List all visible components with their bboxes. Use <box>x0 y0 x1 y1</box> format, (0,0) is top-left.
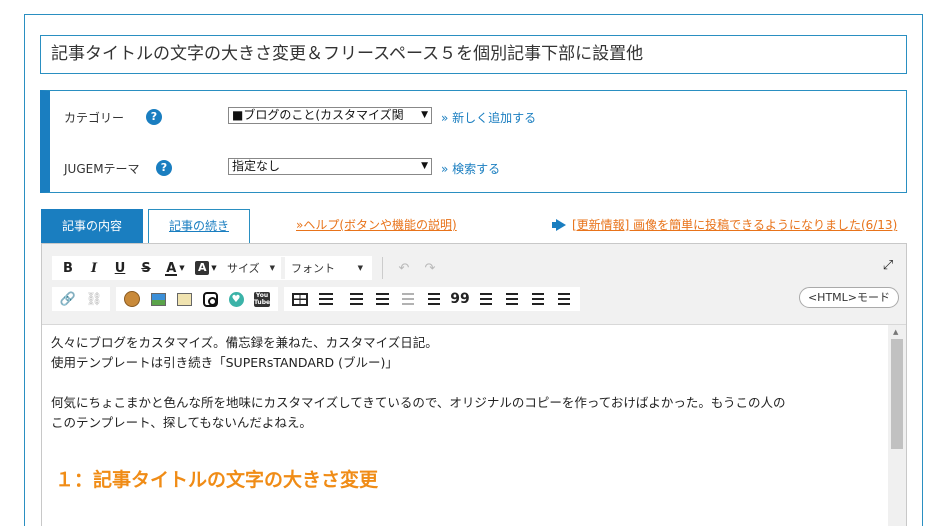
category-label: カテゴリー <box>64 110 125 125</box>
horizontal-rule-icon <box>319 293 333 305</box>
align-center-icon <box>506 293 518 305</box>
justify-button[interactable] <box>551 288 577 310</box>
news-link[interactable]: [更新情報] 画像を簡単に投稿できるようになりました(6/13) <box>552 216 897 233</box>
insert-group: 🔗 ⛓ <box>52 287 110 311</box>
format-group: B I U S A ▼ A ▼ サイズ ▼ フォント ▼ <box>52 256 372 280</box>
theme-select[interactable]: 指定なし ▼ <box>228 158 432 175</box>
indent-icon <box>428 293 440 305</box>
theme-selected-value: 指定なし <box>232 159 281 173</box>
redo-button[interactable]: ↷ <box>417 257 443 279</box>
tab-continued[interactable]: 記事の続き <box>148 209 250 243</box>
table-icon <box>292 292 308 306</box>
outdent-icon <box>402 293 414 305</box>
justify-icon <box>558 293 570 305</box>
align-left-button[interactable] <box>473 288 499 310</box>
ordered-list-icon <box>349 293 363 305</box>
italic-button[interactable]: I <box>81 257 107 279</box>
rich-text-editor: B I U S A ▼ A ▼ サイズ ▼ フォント ▼ ↶ ↷ ⤢ 🔗 ⛓ ♥… <box>41 243 907 526</box>
align-right-icon <box>532 293 544 305</box>
align-center-button[interactable] <box>499 288 525 310</box>
tab-content[interactable]: 記事の内容 <box>41 209 143 243</box>
content-heading: １：記事タイトルの文字の大きさ変更 <box>55 469 379 491</box>
instagram-icon <box>202 291 218 307</box>
toolbar-row-2: 🔗 ⛓ ♥ You Tube 99 <box>52 287 586 311</box>
instagram-button[interactable] <box>197 288 223 310</box>
underline-button[interactable]: U <box>107 257 133 279</box>
table-button[interactable] <box>287 288 313 310</box>
content-line: 使用テンプレートは引き続き「SUPERsTANDARD (ブルー)」 <box>51 355 398 370</box>
chevron-down-icon: ▼ <box>421 110 428 120</box>
scroll-up-icon[interactable]: ▲ <box>893 328 898 336</box>
unordered-list-icon <box>375 293 389 305</box>
help-link[interactable]: »ヘルプ(ボタンや機能の説明) <box>296 216 457 233</box>
align-right-button[interactable] <box>525 288 551 310</box>
content-line: このテンプレート、探してもないんだよねえ。 <box>51 415 312 430</box>
ordered-list-button[interactable] <box>343 288 369 310</box>
youtube-icon: You Tube <box>254 291 271 307</box>
bg-color-icon: A <box>195 261 210 275</box>
chevron-down-icon: ▼ <box>357 264 363 272</box>
font-size-dropdown[interactable]: サイズ ▼ <box>221 257 281 279</box>
font-color-icon: A ▼ <box>165 260 185 276</box>
unlink-icon[interactable]: ⛓ <box>81 288 107 310</box>
theme-row: JUGEMテーマ <box>64 158 146 178</box>
youtube-button[interactable]: You Tube <box>249 288 275 310</box>
sticker-button[interactable] <box>119 288 145 310</box>
outdent-button[interactable] <box>395 288 421 310</box>
editor-scrollbar[interactable]: ▲ <box>888 324 906 526</box>
block-group: 99 <box>284 287 580 311</box>
sticker-icon <box>124 291 140 307</box>
category-selected-value: ■ブログのこと(カスタマイズ関 <box>232 108 404 122</box>
search-theme-link[interactable]: » 検索する <box>441 160 500 177</box>
indent-button[interactable] <box>421 288 447 310</box>
bold-button[interactable]: B <box>55 257 81 279</box>
align-left-icon <box>480 293 492 305</box>
category-help-icon[interactable]: ? <box>146 109 162 125</box>
gallery-icon <box>176 292 192 306</box>
chevron-down-icon: ▼ <box>421 161 428 171</box>
undo-button[interactable]: ↶ <box>391 257 417 279</box>
toolbar-divider <box>382 257 383 279</box>
blockquote-button[interactable]: 99 <box>447 288 473 310</box>
content-line: 久々にブログをカスタマイズ。備忘録を兼ねた、カスタマイズ日記。 <box>51 335 438 350</box>
map-pin-icon: ♥ <box>228 291 244 307</box>
add-category-link[interactable]: » 新しく追加する <box>441 109 536 126</box>
news-text: [更新情報] 画像を簡単に投稿できるようになりました(6/13) <box>572 218 898 232</box>
toolbar-row-1: B I U S A ▼ A ▼ サイズ ▼ フォント ▼ ↶ ↷ <box>52 256 443 280</box>
media-group: ♥ You Tube <box>116 287 278 311</box>
map-button[interactable]: ♥ <box>223 288 249 310</box>
content-line: 何気にちょこまかと色んな所を地味にカスタマイズしてきているので、オリジナルのコピ… <box>51 395 786 410</box>
strikethrough-button[interactable]: S <box>133 257 159 279</box>
font-family-label: フォント <box>291 262 335 275</box>
font-size-label: サイズ <box>227 262 260 275</box>
gallery-button[interactable] <box>171 288 197 310</box>
scroll-thumb[interactable] <box>891 339 903 449</box>
image-icon <box>150 292 166 306</box>
image-button[interactable] <box>145 288 171 310</box>
horizontal-rule-button[interactable] <box>313 288 339 310</box>
theme-label: JUGEMテーマ <box>64 161 140 176</box>
bg-color-button[interactable]: A ▼ <box>191 257 221 279</box>
link-icon[interactable]: 🔗 <box>55 288 81 310</box>
fullscreen-icon[interactable]: ⤢ <box>880 258 896 274</box>
chevron-down-icon: ▼ <box>269 264 275 272</box>
editor-body[interactable]: 久々にブログをカスタマイズ。備忘録を兼ねた、カスタマイズ日記。 使用テンプレート… <box>42 324 888 526</box>
title-input[interactable]: 記事タイトルの文字の大きさ変更＆フリースペース５を個別記事下部に設置他 <box>40 35 907 74</box>
font-family-dropdown[interactable]: フォント ▼ <box>281 257 369 279</box>
megaphone-icon <box>552 219 568 231</box>
font-color-button[interactable]: A ▼ <box>159 257 191 279</box>
theme-help-icon[interactable]: ? <box>156 160 172 176</box>
category-row: カテゴリー <box>64 107 146 127</box>
category-select[interactable]: ■ブログのこと(カスタマイズ関 ▼ <box>228 107 432 124</box>
meta-box: カテゴリー ? ■ブログのこと(カスタマイズ関 ▼ » 新しく追加する JUGE… <box>40 90 907 193</box>
unordered-list-button[interactable] <box>369 288 395 310</box>
html-mode-button[interactable]: <HTML>モード <box>798 287 899 308</box>
